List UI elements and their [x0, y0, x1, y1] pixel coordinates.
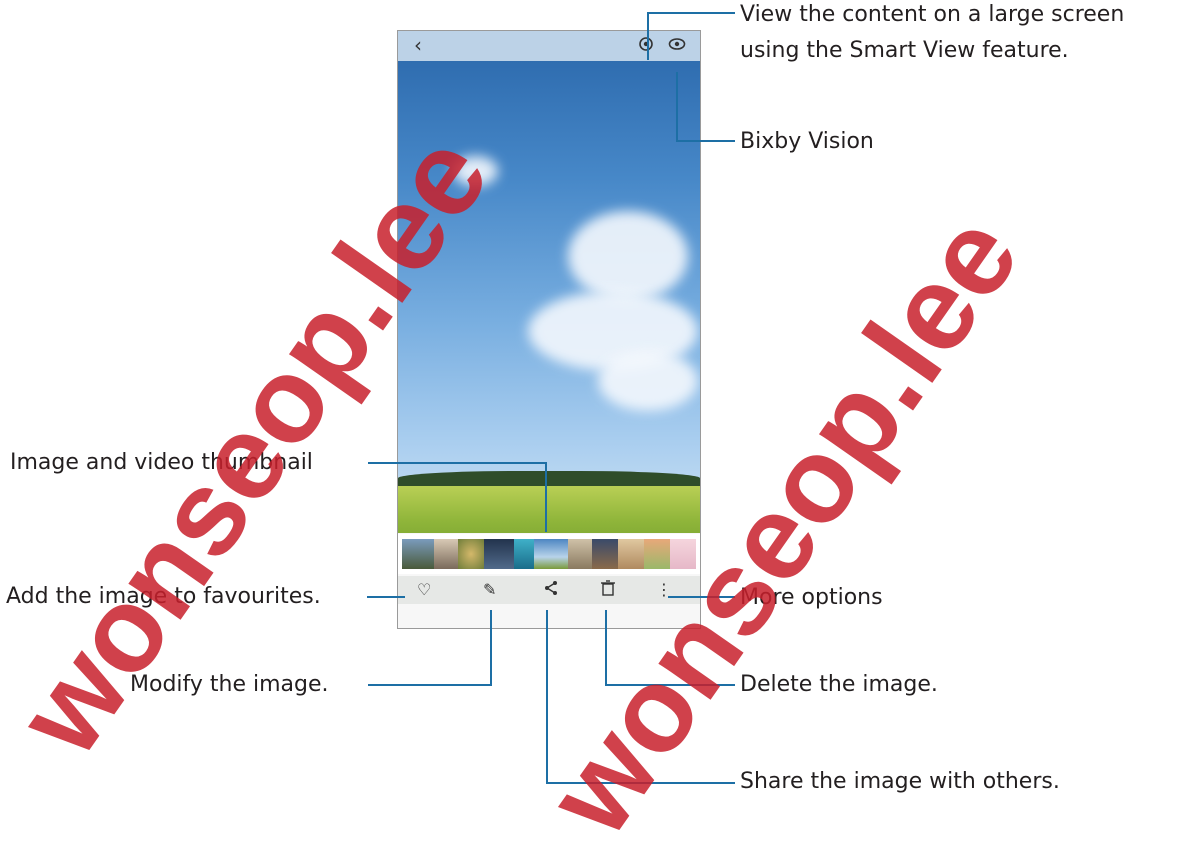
thumbnail-line-v [545, 462, 547, 532]
thumbnail-line-h [368, 462, 546, 464]
rice-field [398, 486, 700, 533]
share-icon[interactable] [543, 580, 559, 601]
heart-icon[interactable]: ♡ [417, 580, 431, 600]
back-chevron-icon[interactable]: ‹ [414, 35, 422, 55]
pencil-icon[interactable]: ✎ [483, 580, 496, 600]
bixby-vision-label: Bixby Vision [740, 129, 874, 154]
modify-line-v [490, 610, 492, 686]
delete-label: Delete the image. [740, 672, 938, 697]
eye-icon[interactable] [668, 36, 686, 57]
smart-view-line-h [647, 12, 735, 14]
thumbnail[interactable] [534, 539, 568, 569]
smart-view-icon[interactable] [638, 36, 654, 57]
smart-view-label-1: View the content on a large screen [740, 2, 1125, 27]
thumbnail[interactable] [514, 539, 534, 569]
thumbnail-strip[interactable] [398, 534, 700, 574]
favourites-line [367, 596, 405, 598]
smart-view-line-v [647, 12, 649, 60]
top-bar: ‹ [398, 31, 700, 61]
thumbnail[interactable] [568, 539, 592, 569]
modify-line-h [368, 684, 492, 686]
bixby-line-v [676, 72, 678, 142]
bixby-line-h [676, 140, 735, 142]
thumbnail[interactable] [458, 539, 484, 569]
thumbnail[interactable] [618, 539, 644, 569]
share-label: Share the image with others. [740, 769, 1060, 794]
phone-screen: ‹ ♡ ✎ ⋮ [397, 30, 701, 629]
thumbnail[interactable] [592, 539, 618, 569]
thumbnail[interactable] [402, 539, 434, 569]
smart-view-label-2: using the Smart View feature. [740, 38, 1069, 63]
thumbnail[interactable] [434, 539, 458, 569]
thumbnail[interactable] [644, 539, 670, 569]
trash-icon[interactable] [601, 580, 615, 601]
thumbnail[interactable] [484, 539, 514, 569]
